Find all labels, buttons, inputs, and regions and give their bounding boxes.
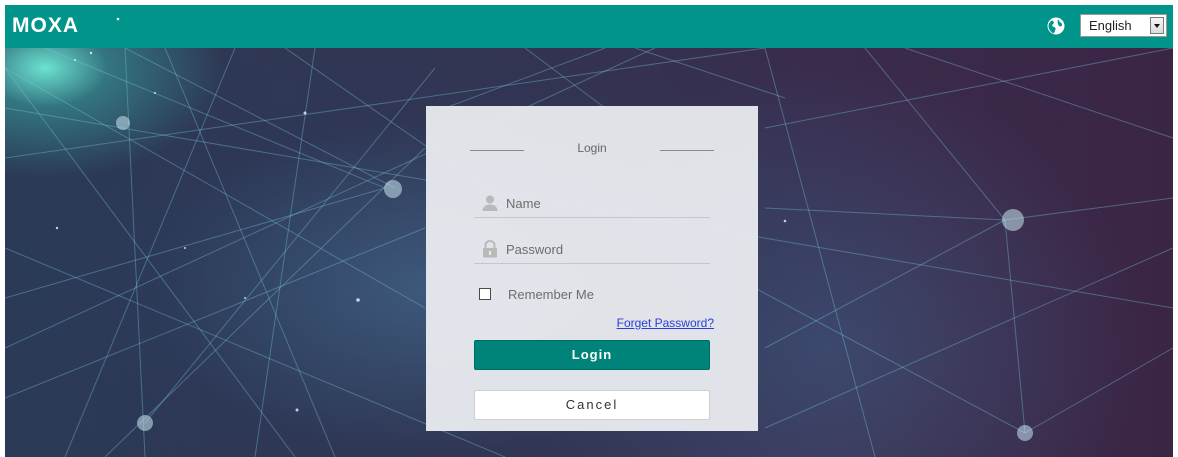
top-bar: MOXA English bbox=[5, 5, 1173, 48]
title-divider-right bbox=[660, 150, 714, 151]
language-select-value: English bbox=[1089, 18, 1132, 33]
forget-password-link[interactable]: Forget Password? bbox=[617, 316, 714, 330]
login-button[interactable]: Login bbox=[474, 340, 710, 370]
remember-me-label[interactable]: Remember Me bbox=[508, 287, 594, 302]
user-icon bbox=[482, 195, 498, 211]
password-field[interactable] bbox=[474, 237, 710, 264]
name-field[interactable] bbox=[474, 191, 710, 218]
cancel-button[interactable]: Cancel bbox=[474, 390, 710, 420]
login-title: Login bbox=[577, 141, 607, 155]
remember-me-checkbox[interactable] bbox=[479, 288, 491, 300]
login-card: Login Remember Me Forget Password? Login bbox=[426, 106, 758, 431]
moxa-logo: MOXA bbox=[12, 14, 120, 37]
login-title-row: Login bbox=[426, 139, 758, 159]
page-frame: MOXA English Login Name Remember Me Forg… bbox=[5, 5, 1173, 457]
name-input[interactable] bbox=[506, 193, 702, 213]
lock-icon bbox=[483, 240, 497, 258]
globe-icon[interactable] bbox=[1047, 17, 1065, 35]
remember-me[interactable]: Remember Me bbox=[479, 287, 619, 304]
svg-text:MOXA: MOXA bbox=[12, 14, 79, 37]
password-input[interactable] bbox=[506, 239, 702, 259]
language-select[interactable]: English bbox=[1080, 14, 1167, 37]
chevron-down-icon[interactable] bbox=[1150, 17, 1164, 34]
